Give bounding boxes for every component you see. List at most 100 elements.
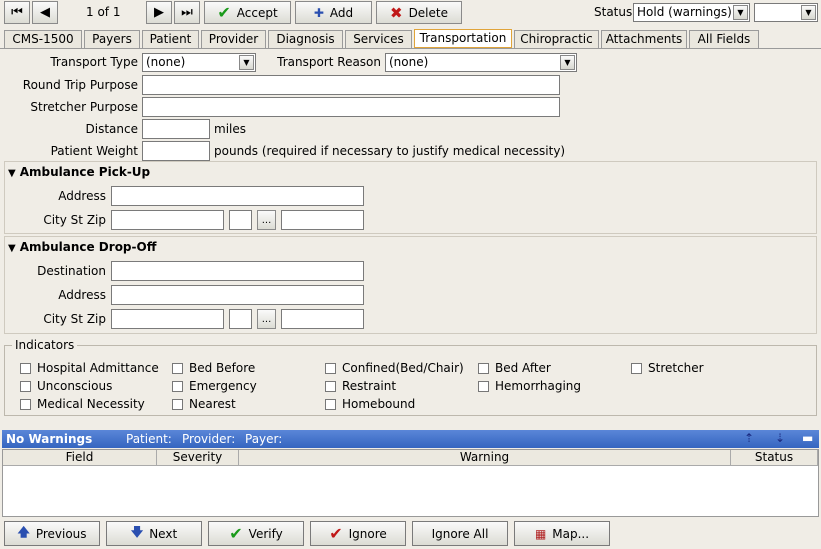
tab-transportation[interactable]: Transportation xyxy=(414,29,512,48)
checkbox-emergency[interactable]: Emergency xyxy=(172,379,257,393)
next-warning-button[interactable]: 🡇 Next xyxy=(106,521,202,546)
tab-chiropractic[interactable]: Chiropractic xyxy=(514,30,599,48)
ignore-label: Ignore xyxy=(348,526,387,541)
checkbox-label: Emergency xyxy=(189,379,257,393)
accept-button[interactable]: ✔ Accept xyxy=(204,1,291,24)
next-icon: ▶ xyxy=(154,5,164,20)
round-trip-input[interactable] xyxy=(142,75,560,95)
pickup-city-input[interactable] xyxy=(111,210,224,230)
distance-input[interactable] xyxy=(142,119,210,139)
tab-attachments[interactable]: Attachments xyxy=(601,30,687,48)
stretcher-purpose-label: Stretcher Purpose xyxy=(30,100,138,114)
dropoff-city-input[interactable] xyxy=(111,309,224,329)
pickup-address-label: Address xyxy=(58,189,106,203)
checkbox-box[interactable] xyxy=(172,398,183,410)
pickup-title-text: Ambulance Pick-Up xyxy=(19,165,151,179)
verify-label: Verify xyxy=(248,526,283,541)
transport-type-select[interactable]: (none) ▼ xyxy=(142,53,256,72)
checkbox-nearest[interactable]: Nearest xyxy=(172,397,236,411)
checkbox-box[interactable] xyxy=(325,380,336,392)
checkbox-box[interactable] xyxy=(172,362,183,374)
status-secondary-select[interactable]: ▼ xyxy=(754,3,818,22)
distance-unit: miles xyxy=(214,122,246,136)
arrow-up-icon[interactable]: ⇡ xyxy=(744,431,754,445)
map-label: Map... xyxy=(552,526,590,541)
checkbox-label: Confined(Bed/Chair) xyxy=(342,361,464,375)
dropoff-state-input[interactable] xyxy=(229,309,252,329)
checkbox-stretcher[interactable]: Stretcher xyxy=(631,361,704,375)
arrow-down-icon[interactable]: ⇣ xyxy=(775,431,785,445)
dropoff-title[interactable]: ▼ Ambulance Drop-Off xyxy=(8,240,156,254)
ignore-all-label: Ignore All xyxy=(431,526,489,541)
tab-diagnosis[interactable]: Diagnosis xyxy=(268,30,343,48)
status-select[interactable]: Hold (warnings) ▼ xyxy=(633,3,750,22)
dropoff-city-label: City St Zip xyxy=(43,312,106,326)
dropoff-lookup-button[interactable]: ... xyxy=(257,309,276,329)
checkbox-confined-bed-chair-[interactable]: Confined(Bed/Chair) xyxy=(325,361,464,375)
weight-unit: pounds (required if necessary to justify… xyxy=(214,144,566,158)
verify-button[interactable]: ✔ Verify xyxy=(208,521,304,546)
tab-cms-1500[interactable]: CMS-1500 xyxy=(4,30,82,48)
ignore-button[interactable]: ✔ Ignore xyxy=(310,521,406,546)
checkbox-box[interactable] xyxy=(631,362,642,374)
add-button[interactable]: ✚ Add xyxy=(295,1,372,24)
checkbox-box[interactable] xyxy=(325,362,336,374)
pickup-city-label: City St Zip xyxy=(43,213,106,227)
last-record-button[interactable]: ⏭ xyxy=(174,1,200,24)
transport-type-value: (none) xyxy=(146,55,186,69)
next-record-button[interactable]: ▶ xyxy=(146,1,172,24)
checkbox-homebound[interactable]: Homebound xyxy=(325,397,415,411)
checkmark-icon: ✔ xyxy=(217,3,231,22)
first-record-button[interactable]: ⏮ xyxy=(4,1,30,24)
checkbox-medical-necessity[interactable]: Medical Necessity xyxy=(20,397,145,411)
column-status[interactable]: Status xyxy=(731,450,818,466)
transport-reason-select[interactable]: (none) ▼ xyxy=(385,53,577,72)
stretcher-purpose-input[interactable] xyxy=(142,97,560,117)
destination-label: Destination xyxy=(37,264,106,278)
checkbox-box[interactable] xyxy=(478,362,489,374)
dropoff-zip-input[interactable] xyxy=(281,309,364,329)
previous-record-button[interactable]: ◀ xyxy=(32,1,58,24)
record-position: 1 of 1 xyxy=(86,5,121,19)
delete-button[interactable]: ✖ Delete xyxy=(376,1,462,24)
minimize-icon[interactable]: ▬ xyxy=(802,431,813,445)
checkbox-box[interactable] xyxy=(20,380,31,392)
tab-patient[interactable]: Patient xyxy=(142,30,199,48)
tab-provider[interactable]: Provider xyxy=(201,30,266,48)
checkbox-box[interactable] xyxy=(325,398,336,410)
pickup-state-input[interactable] xyxy=(229,210,252,230)
tab-services[interactable]: Services xyxy=(345,30,412,48)
checkbox-label: Restraint xyxy=(342,379,397,393)
column-field[interactable]: Field xyxy=(3,450,157,466)
dropoff-address-input[interactable] xyxy=(111,285,364,305)
checkbox-box[interactable] xyxy=(20,362,31,374)
first-icon: ⏮ xyxy=(11,5,23,20)
tab-all-fields[interactable]: All Fields xyxy=(689,30,759,48)
checkbox-box[interactable] xyxy=(478,380,489,392)
checkbox-box[interactable] xyxy=(172,380,183,392)
previous-warning-button[interactable]: 🡅 Previous xyxy=(4,521,100,546)
checkbox-unconscious[interactable]: Unconscious xyxy=(20,379,112,393)
checkbox-label: Bed After xyxy=(495,361,551,375)
chevron-down-icon: ▼ xyxy=(733,5,748,20)
checkbox-box[interactable] xyxy=(20,398,31,410)
ignore-all-button[interactable]: Ignore All xyxy=(412,521,508,546)
destination-input[interactable] xyxy=(111,261,364,281)
checkbox-bed-before[interactable]: Bed Before xyxy=(172,361,255,375)
status-value: Hold (warnings) xyxy=(637,5,732,19)
column-severity[interactable]: Severity xyxy=(157,450,239,466)
pickup-zip-input[interactable] xyxy=(281,210,364,230)
status-label: Status xyxy=(594,5,633,19)
pickup-address-input[interactable] xyxy=(111,186,364,206)
patient-weight-input[interactable] xyxy=(142,141,210,161)
tab-payers[interactable]: Payers xyxy=(84,30,140,48)
pickup-lookup-button[interactable]: ... xyxy=(257,210,276,230)
column-warning[interactable]: Warning xyxy=(239,450,731,466)
checkbox-hemorrhaging[interactable]: Hemorrhaging xyxy=(478,379,581,393)
map-button[interactable]: ▦ Map... xyxy=(514,521,610,546)
checkbox-hospital-admittance[interactable]: Hospital Admittance xyxy=(20,361,159,375)
checkbox-bed-after[interactable]: Bed After xyxy=(478,361,551,375)
checkbox-restraint[interactable]: Restraint xyxy=(325,379,396,393)
plus-icon: ✚ xyxy=(313,5,324,20)
pickup-title[interactable]: ▼ Ambulance Pick-Up xyxy=(8,165,150,179)
